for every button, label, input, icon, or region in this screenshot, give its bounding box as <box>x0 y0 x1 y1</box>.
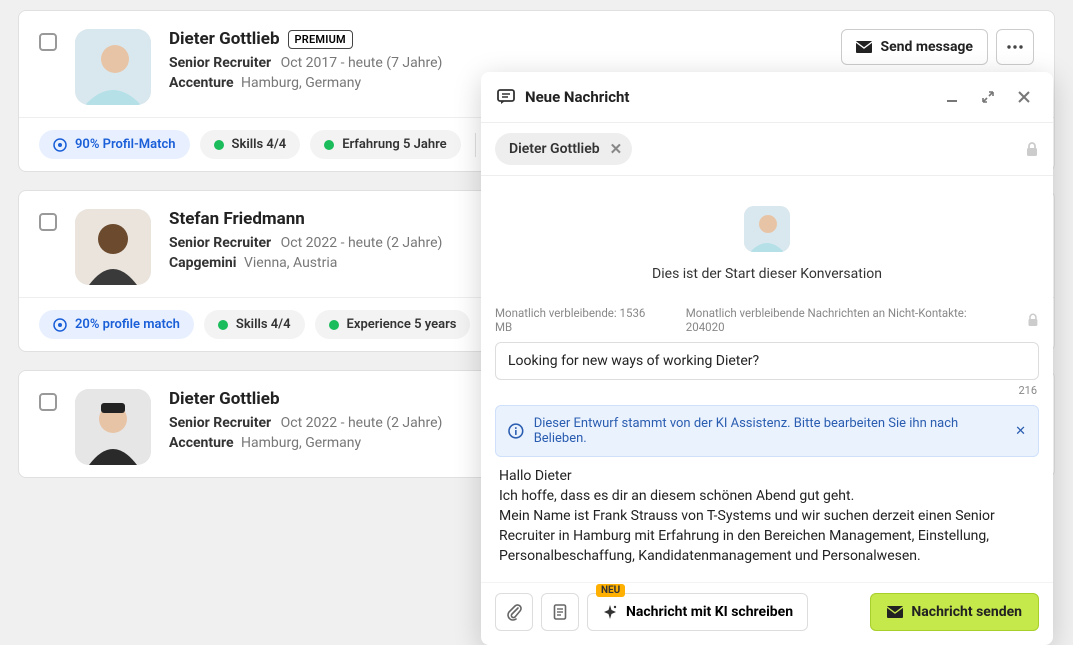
close-button[interactable] <box>1011 84 1037 110</box>
more-button[interactable] <box>996 29 1034 65</box>
paperclip-icon <box>506 603 522 621</box>
mail-icon <box>887 606 903 618</box>
lock-icon <box>1027 313 1039 327</box>
compose-panel: Neue Nachricht Dieter Gottlieb ✕ Dies is… <box>481 72 1053 645</box>
more-icon <box>1007 45 1023 49</box>
attach-button[interactable] <box>495 593 533 631</box>
document-icon <box>553 604 567 620</box>
experience-tag[interactable]: Experience 5 years <box>315 310 471 339</box>
target-icon <box>53 138 67 152</box>
dot-icon <box>324 140 334 150</box>
char-count: 216 <box>481 380 1053 397</box>
experience-tag[interactable]: Erfahrung 5 Jahre <box>310 130 461 159</box>
recipient-avatar <box>744 206 790 252</box>
sparkle-icon <box>602 604 618 620</box>
chat-icon <box>497 89 515 105</box>
info-icon <box>508 423 524 439</box>
avatar[interactable] <box>75 209 151 285</box>
conversation-start-text: Dies ist der Start dieser Konversation <box>652 266 882 282</box>
send-message-button[interactable]: Send message <box>841 29 988 65</box>
separator <box>475 133 476 157</box>
close-icon <box>1017 90 1031 104</box>
period: Oct 2022 - heute (2 Jahre) <box>281 415 443 431</box>
select-checkbox[interactable] <box>39 33 57 51</box>
dot-icon <box>214 140 224 150</box>
role: Senior Recruiter <box>169 415 271 431</box>
location: Vienna, Austria <box>244 255 337 271</box>
expand-icon <box>981 90 995 104</box>
send-button[interactable]: Nachricht senden <box>870 593 1039 631</box>
avatar[interactable] <box>75 389 151 465</box>
subject-input[interactable] <box>495 342 1039 380</box>
dot-icon <box>218 320 228 330</box>
profile-match-tag[interactable]: 20% profile match <box>39 310 194 339</box>
profile-match-tag[interactable]: 90% Profil-Match <box>39 130 190 159</box>
ai-write-label: Nachricht mit KI schreiben <box>626 604 793 620</box>
send-message-label: Send message <box>880 39 973 55</box>
company: Accenture <box>169 435 234 451</box>
premium-badge: PREMIUM <box>288 30 353 49</box>
role: Senior Recruiter <box>169 235 271 251</box>
skills-tag[interactable]: Skills 4/4 <box>204 310 305 339</box>
location: Hamburg, Germany <box>241 75 361 91</box>
expand-button[interactable] <box>975 84 1001 110</box>
remove-recipient-icon[interactable]: ✕ <box>610 140 623 158</box>
role: Senior Recruiter <box>169 55 271 71</box>
template-button[interactable] <box>541 593 579 631</box>
avatar[interactable] <box>75 29 151 105</box>
period: Oct 2017 - heute (7 Jahre) <box>281 55 443 71</box>
ai-banner-text: Dieser Entwurf stammt von der KI Assiste… <box>534 416 1005 446</box>
compose-title: Neue Nachricht <box>525 88 929 106</box>
candidate-name[interactable]: Dieter Gottlieb <box>169 389 280 409</box>
lock-icon <box>1025 141 1039 157</box>
target-icon <box>53 318 67 332</box>
candidate-name[interactable]: Stefan Friedmann <box>169 209 305 229</box>
ai-info-banner: Dieser Entwurf stammt von der KI Assiste… <box>495 405 1039 457</box>
dot-icon <box>329 320 339 330</box>
skills-tag[interactable]: Skills 4/4 <box>200 130 301 159</box>
quota-data: Monatlich verbleibende: 1536 MB <box>495 306 664 334</box>
dismiss-banner-button[interactable]: ✕ <box>1015 424 1026 439</box>
quota-messages: Monatlich verbleibende Nachrichten an Ni… <box>686 306 1005 334</box>
select-checkbox[interactable] <box>39 213 57 231</box>
new-badge: NEU <box>596 584 625 597</box>
company: Capgemini <box>169 255 236 271</box>
message-body[interactable]: Hallo Dieter Ich hoffe, dass es dir an d… <box>481 457 1053 574</box>
select-checkbox[interactable] <box>39 393 57 411</box>
period: Oct 2022 - heute (2 Jahre) <box>281 235 443 251</box>
minimize-button[interactable] <box>939 84 965 110</box>
ai-write-button[interactable]: NEU Nachricht mit KI schreiben <box>587 593 808 631</box>
send-label: Nachricht senden <box>911 604 1022 620</box>
recipient-name: Dieter Gottlieb <box>509 141 600 157</box>
recipient-chip[interactable]: Dieter Gottlieb ✕ <box>495 133 632 165</box>
company: Accenture <box>169 75 234 91</box>
candidate-name[interactable]: Dieter Gottlieb <box>169 29 280 49</box>
location: Hamburg, Germany <box>241 435 361 451</box>
mail-icon <box>856 41 872 53</box>
minimize-icon <box>945 90 959 104</box>
